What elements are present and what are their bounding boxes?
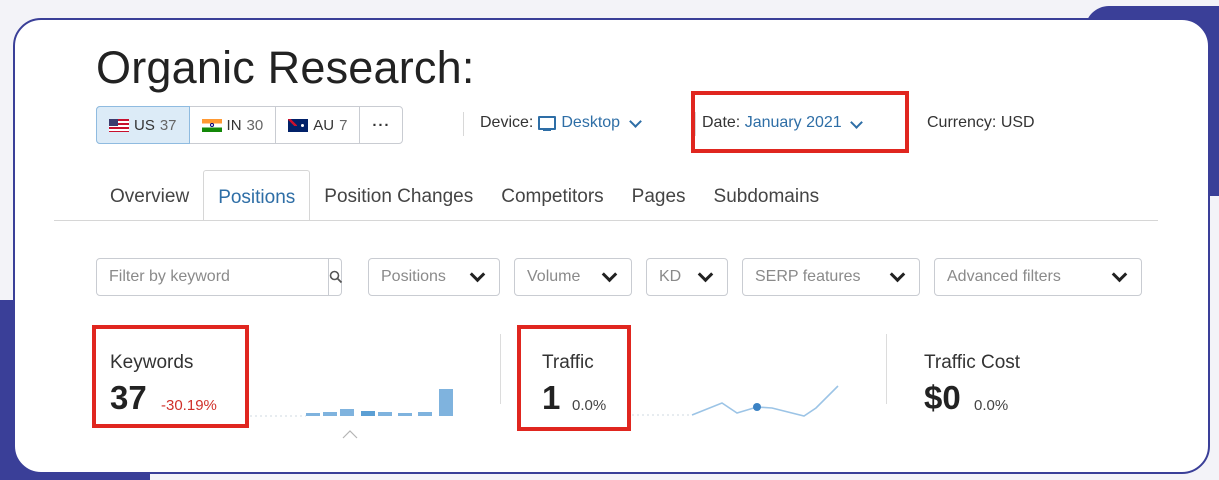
- page-title: Organic Research:: [96, 42, 475, 93]
- volume-filter-dropdown[interactable]: Volume: [514, 258, 632, 296]
- keyword-search-input[interactable]: [97, 259, 328, 295]
- traffic-value: 1: [542, 379, 561, 416]
- chevron-down-icon: [889, 266, 906, 283]
- search-button[interactable]: [328, 259, 343, 295]
- country-us-button[interactable]: US 37: [96, 106, 190, 144]
- traffic-cost-value: $0: [924, 379, 961, 416]
- country-count: 37: [159, 116, 177, 134]
- date-value: January 2021: [744, 114, 842, 131]
- country-count: 30: [246, 116, 264, 134]
- traffic-highlight-box: [517, 325, 631, 431]
- traffic-label: Traffic: [542, 352, 594, 373]
- date-label: Date:: [702, 114, 741, 131]
- more-countries-button[interactable]: ···: [360, 107, 402, 143]
- keywords-sparkline-bars: [250, 389, 453, 439]
- search-icon: [329, 270, 343, 284]
- device-selector[interactable]: Device: Desktop: [480, 114, 643, 132]
- country-count: 7: [339, 116, 348, 134]
- tab-overview[interactable]: Overview: [96, 182, 203, 220]
- chevron-down-icon: [469, 266, 486, 283]
- keyword-filter: [96, 258, 343, 296]
- chevron-down-icon: [697, 266, 714, 283]
- country-code: US: [134, 116, 155, 134]
- tab-positions[interactable]: Positions: [203, 170, 311, 221]
- tab-subdomains[interactable]: Subdomains: [700, 182, 834, 220]
- advanced-filters-dropdown[interactable]: Advanced filters: [934, 258, 1142, 296]
- serp-filter-label: SERP features: [755, 268, 861, 285]
- in-flag-icon: [201, 118, 222, 132]
- traffic-delta: 0.0%: [572, 397, 607, 414]
- stat-divider: [500, 334, 501, 404]
- screenshot-card: Organic Research: US 37 IN 30 AU 7 ··· D…: [13, 18, 1210, 474]
- traffic-cost-delta: 0.0%: [974, 397, 1009, 414]
- kd-filter-dropdown[interactable]: KD: [646, 258, 728, 296]
- chevron-down-icon: [1111, 266, 1128, 283]
- positions-filter-label: Positions: [381, 268, 446, 285]
- serp-features-filter-dropdown[interactable]: SERP features: [742, 258, 920, 296]
- country-in-button[interactable]: IN 30: [190, 107, 277, 143]
- chevron-down-icon: [601, 266, 618, 283]
- keywords-value: 37: [110, 379, 147, 416]
- divider: [463, 112, 464, 136]
- device-label: Device:: [480, 114, 534, 131]
- volume-filter-label: Volume: [527, 268, 581, 285]
- traffic-sparkline: [632, 385, 839, 417]
- date-selector[interactable]: Date: January 2021: [702, 114, 864, 132]
- country-code: IN: [226, 116, 242, 134]
- tab-position-changes[interactable]: Position Changes: [310, 182, 487, 220]
- keywords-label: Keywords: [110, 352, 194, 373]
- device-value: Desktop: [561, 114, 621, 131]
- country-au-button[interactable]: AU 7: [276, 107, 361, 143]
- chevron-down-icon: [629, 114, 642, 128]
- currency-display: Currency: USD: [927, 114, 1035, 132]
- kd-filter-label: KD: [659, 268, 682, 285]
- traffic-cost-label: Traffic Cost: [924, 352, 1021, 373]
- advanced-filter-label: Advanced filters: [947, 268, 1061, 285]
- au-flag-icon: [288, 118, 309, 132]
- tabs-underline: [54, 220, 1158, 221]
- positions-filter-dropdown[interactable]: Positions: [368, 258, 500, 296]
- currency-value: USD: [1000, 114, 1035, 131]
- tab-pages[interactable]: Pages: [618, 182, 700, 220]
- tab-bar: Overview Positions Position Changes Comp…: [96, 170, 834, 221]
- chevron-down-icon: [850, 116, 863, 129]
- us-flag-icon: [109, 118, 129, 132]
- tab-competitors[interactable]: Competitors: [487, 182, 617, 220]
- currency-label: Currency:: [927, 114, 997, 131]
- keywords-delta: -30.19%: [161, 397, 217, 414]
- country-code: AU: [313, 116, 335, 134]
- desktop-monitor-icon: [538, 116, 557, 131]
- country-selector: US 37 IN 30 AU 7 ···: [96, 106, 404, 144]
- stat-divider: [886, 334, 887, 404]
